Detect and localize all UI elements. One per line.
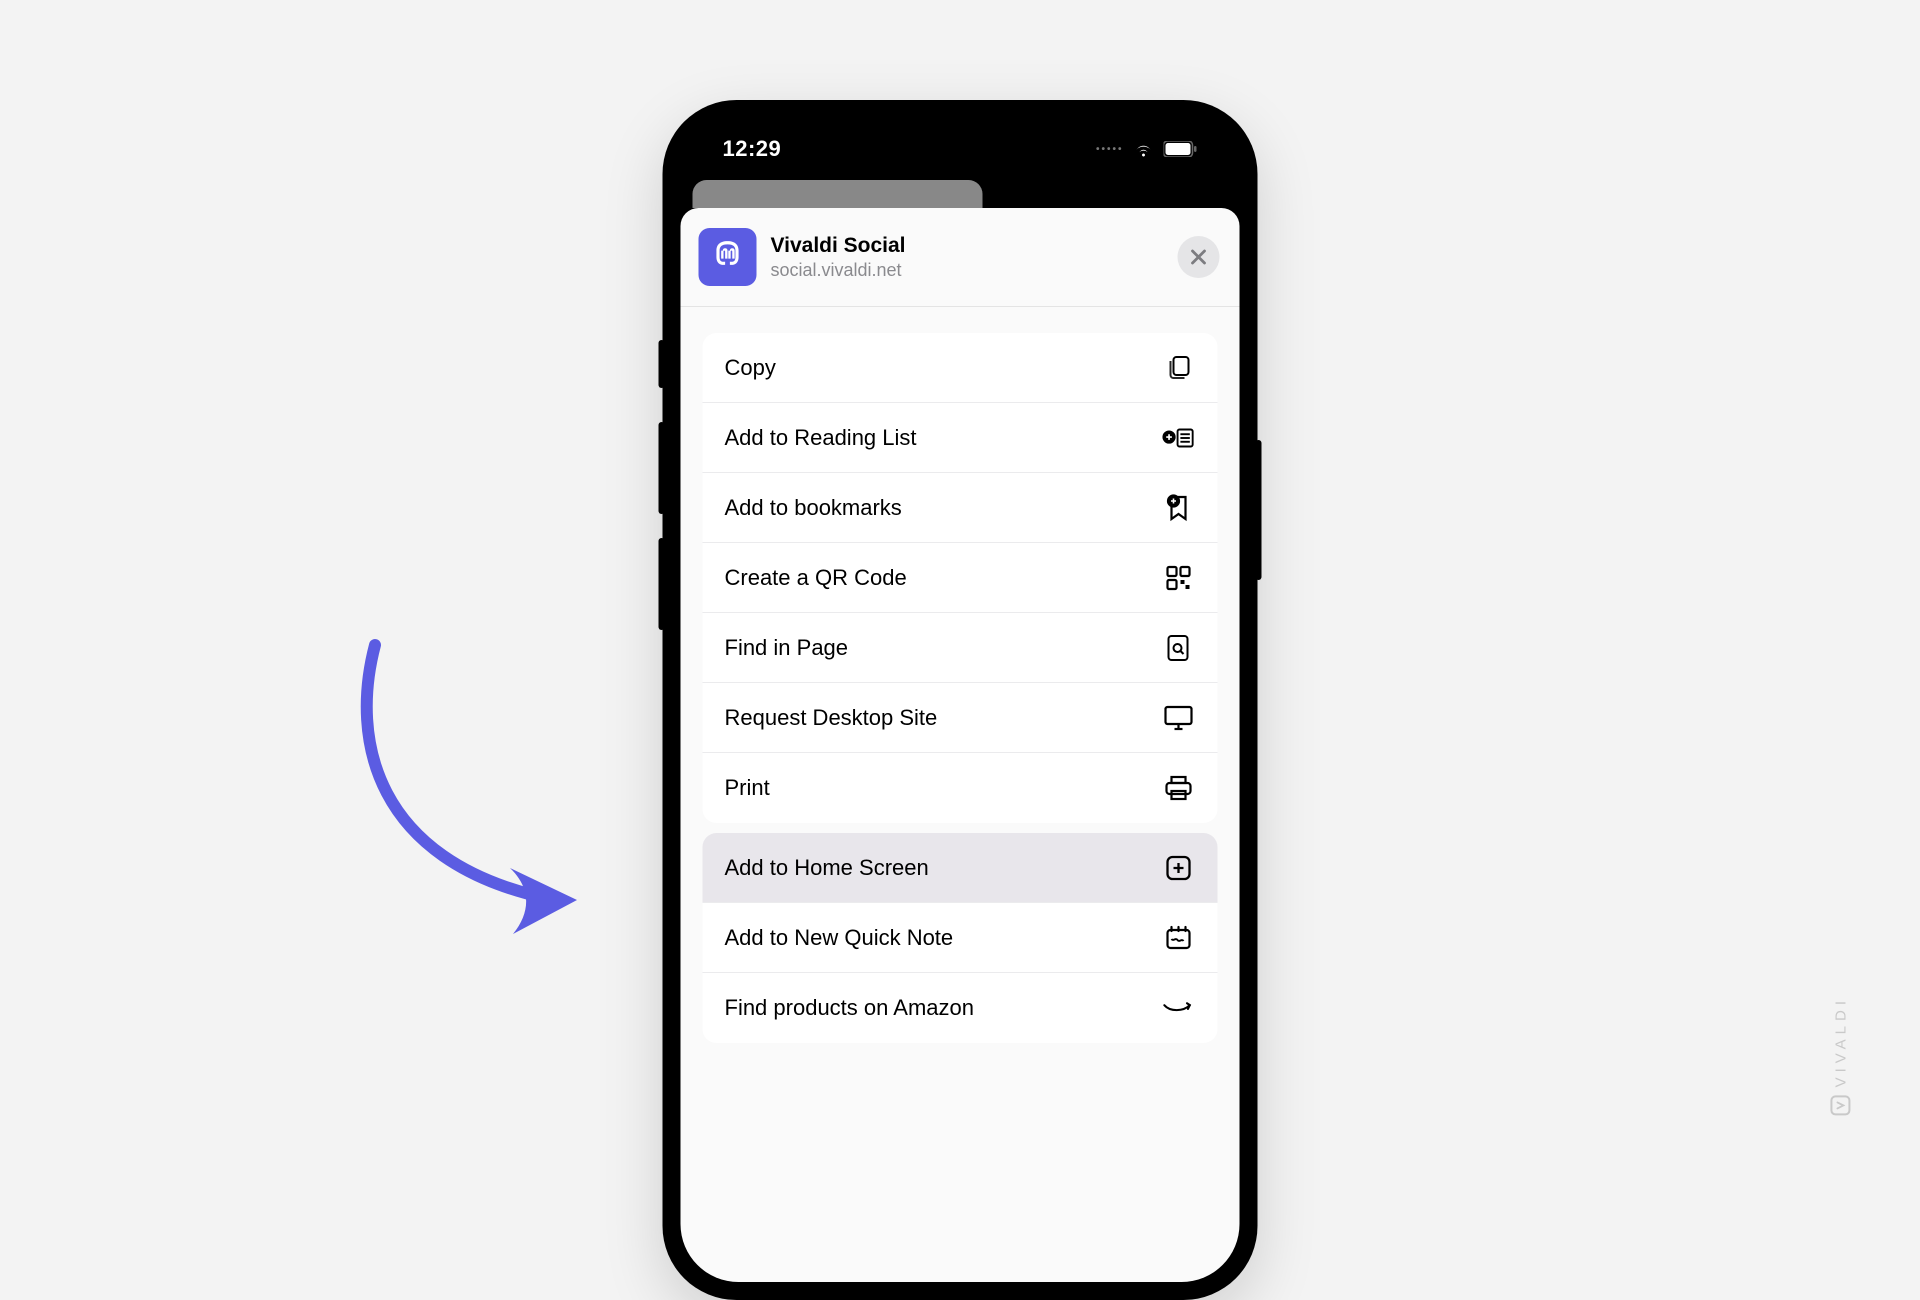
sheet-body: Copy Add to Reading List Add to bookmark… <box>681 307 1240 1043</box>
qr-code-row[interactable]: Create a QR Code <box>703 543 1218 613</box>
tab-preview-bar <box>681 180 1240 208</box>
cellular-dots-icon: ••••• <box>1096 144 1124 155</box>
action-label: Request Desktop Site <box>725 705 938 731</box>
share-sheet: Vivaldi Social social.vivaldi.net Copy <box>681 208 1240 1282</box>
status-icons: ••••• <box>1096 140 1198 158</box>
reading-list-icon <box>1162 425 1196 451</box>
action-label: Create a QR Code <box>725 565 907 591</box>
action-group-2: Add to Home Screen Add to New Quick Note… <box>703 833 1218 1043</box>
arrow-annotation <box>345 630 605 940</box>
phone-side-button <box>659 422 665 514</box>
add-to-home-screen-row[interactable]: Add to Home Screen <box>703 833 1218 903</box>
sheet-title-block: Vivaldi Social social.vivaldi.net <box>771 234 1164 281</box>
battery-icon <box>1164 141 1198 157</box>
copy-row[interactable]: Copy <box>703 333 1218 403</box>
reading-list-row[interactable]: Add to Reading List <box>703 403 1218 473</box>
close-button[interactable] <box>1178 236 1220 278</box>
qr-icon <box>1162 564 1196 592</box>
sheet-header: Vivaldi Social social.vivaldi.net <box>681 208 1240 307</box>
action-label: Print <box>725 775 770 801</box>
action-label: Find in Page <box>725 635 849 661</box>
vivaldi-logo-icon <box>1830 1095 1850 1115</box>
print-icon <box>1162 774 1196 802</box>
find-in-page-row[interactable]: Find in Page <box>703 613 1218 683</box>
action-label: Add to bookmarks <box>725 495 902 521</box>
bookmark-icon <box>1162 493 1196 523</box>
action-label: Add to Reading List <box>725 425 917 451</box>
desktop-icon <box>1162 704 1196 732</box>
status-bar: 12:29 ••••• <box>681 118 1240 180</box>
find-icon <box>1162 633 1196 663</box>
copy-icon <box>1162 354 1196 381</box>
phone-side-button <box>659 340 665 388</box>
desktop-site-row[interactable]: Request Desktop Site <box>703 683 1218 753</box>
watermark-text: VIVALDI <box>1832 996 1849 1087</box>
print-row[interactable]: Print <box>703 753 1218 823</box>
action-label: Add to New Quick Note <box>725 925 954 951</box>
plus-square-icon <box>1162 854 1196 882</box>
sheet-title: Vivaldi Social <box>771 234 1164 258</box>
site-icon <box>699 228 757 286</box>
wifi-icon <box>1132 140 1156 158</box>
action-label: Add to Home Screen <box>725 855 929 881</box>
sheet-subtitle: social.vivaldi.net <box>771 260 1164 281</box>
phone-screen: 12:29 ••••• Vivaldi Social social.vivald… <box>681 118 1240 1282</box>
action-label: Copy <box>725 355 776 381</box>
phone-side-button <box>659 538 665 630</box>
background-tab <box>693 180 983 208</box>
action-label: Find products on Amazon <box>725 995 974 1021</box>
amazon-icon <box>1162 1000 1196 1016</box>
amazon-row[interactable]: Find products on Amazon <box>703 973 1218 1043</box>
status-time: 12:29 <box>723 136 782 162</box>
quick-note-icon <box>1162 924 1196 952</box>
phone-frame: 12:29 ••••• Vivaldi Social social.vivald… <box>663 100 1258 1300</box>
close-icon <box>1190 248 1208 266</box>
phone-side-button <box>1256 440 1262 580</box>
mastodon-icon <box>709 238 747 276</box>
quick-note-row[interactable]: Add to New Quick Note <box>703 903 1218 973</box>
bookmarks-row[interactable]: Add to bookmarks <box>703 473 1218 543</box>
action-group-1: Copy Add to Reading List Add to bookmark… <box>703 333 1218 823</box>
watermark: VIVALDI <box>1830 996 1850 1115</box>
